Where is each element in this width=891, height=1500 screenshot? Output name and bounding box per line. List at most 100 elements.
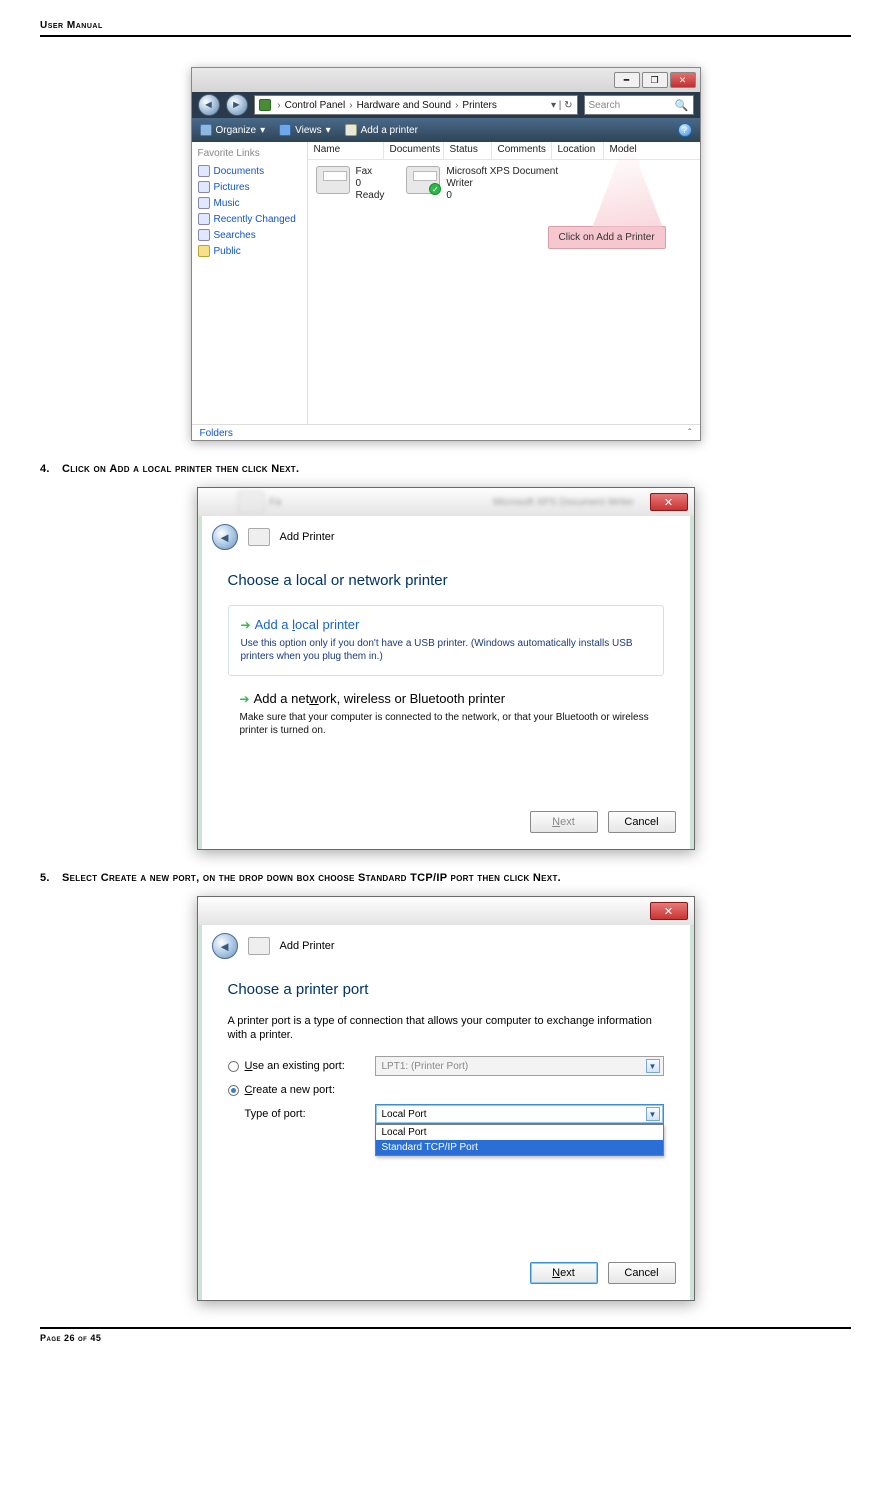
step-5: 5. Select Create a new port, on the drop… [40, 872, 851, 884]
public-icon [198, 245, 210, 257]
col-location[interactable]: Location [552, 142, 604, 159]
toolbar: Organize ▾ Views ▾ Add a printer ? [192, 118, 700, 142]
printer-docs: 0 [356, 178, 385, 190]
breadcrumb[interactable]: Control Panel Hardware and Sound Printer… [254, 95, 578, 115]
sidebar-header: Favorite Links [198, 148, 301, 159]
sidebar-item-music[interactable]: Music [198, 195, 301, 211]
add-printer-button[interactable]: Add a printer [345, 124, 418, 136]
doc-footer: Page 26 of 45 [40, 1327, 851, 1343]
titlebar: ━ ❐ ✕ [192, 68, 700, 92]
add-printer-dialog-1: Fa Microsoft XPS Document Writer ✕ ◄ Add… [197, 487, 695, 850]
printer-item-fax[interactable]: Fax 0 Ready [316, 166, 385, 202]
dialog-heading: Choose a local or network printer [198, 560, 694, 605]
printer-item-xps[interactable]: ✓ Microsoft XPS Document Writer 0 [406, 166, 566, 202]
arrow-icon: ➔ [241, 618, 251, 632]
option-title: Add a local printer [255, 617, 360, 632]
close-button[interactable]: ✕ [670, 72, 696, 88]
option-desc: Use this option only if you don't have a… [241, 637, 651, 663]
step-4: 4. Click on Add a local printer then cli… [40, 463, 851, 475]
music-icon [198, 197, 210, 209]
dialog-titlebar: ✕ [198, 897, 694, 925]
search-icon: 🔍 [675, 99, 689, 112]
radio-label: Use an existing port: [245, 1060, 375, 1072]
help-icon[interactable]: ? [678, 123, 692, 137]
documents-icon [198, 165, 210, 177]
option-add-local-printer[interactable]: ➔ Add a local printer Use this option onl… [228, 605, 664, 676]
column-headers: Name Documents Status Comments Location … [308, 142, 700, 160]
col-model[interactable]: Model [604, 142, 700, 159]
organize-button[interactable]: Organize ▾ [200, 124, 266, 136]
printer-icon: ✓ [406, 166, 440, 194]
views-button[interactable]: Views ▾ [279, 124, 331, 136]
search-input[interactable]: Search 🔍 [584, 95, 694, 115]
sidebar-item-public[interactable]: Public [198, 243, 301, 259]
background-blur: Fa Microsoft XPS Document Writer [238, 491, 635, 513]
close-button[interactable]: ✕ [650, 902, 688, 920]
cancel-button[interactable]: Cancel [608, 1262, 676, 1284]
recent-icon [198, 213, 210, 225]
radio-use-existing-port[interactable] [228, 1061, 239, 1072]
port-type-dropdown: Local Port Standard TCP/IP Port [375, 1124, 664, 1156]
next-button[interactable]: Next [530, 1262, 598, 1284]
main-panel: Name Documents Status Comments Location … [308, 142, 700, 424]
col-status[interactable]: Status [444, 142, 492, 159]
back-button[interactable]: ◄ [212, 933, 238, 959]
printer-icon [248, 937, 270, 955]
search-placeholder: Search [589, 100, 621, 111]
sidebar-item-searches[interactable]: Searches [198, 227, 301, 243]
back-button[interactable]: ◄ [212, 524, 238, 550]
nav-back-button[interactable]: ◄ [198, 94, 220, 116]
folders-bar[interactable]: Foldersˆ [192, 424, 700, 442]
nav-forward-button[interactable]: ► [226, 94, 248, 116]
arrow-icon: ➔ [240, 692, 250, 706]
pictures-icon [198, 181, 210, 193]
checkmark-icon: ✓ [429, 183, 441, 195]
printer-status: Ready [356, 190, 385, 202]
maximize-button[interactable]: ❐ [642, 72, 668, 88]
col-comments[interactable]: Comments [492, 142, 552, 159]
explorer-window: ━ ❐ ✕ ◄ ► Control Panel Hardware and Sou… [191, 67, 701, 441]
cancel-button[interactable]: Cancel [608, 811, 676, 833]
folder-icon [259, 99, 271, 111]
type-of-port-label: Type of port: [245, 1108, 375, 1120]
crumb[interactable]: Printers [462, 100, 496, 111]
radio-label: Create a new port: [245, 1084, 375, 1096]
dialog-heading: Choose a printer port [198, 969, 694, 1014]
address-bar: ◄ ► Control Panel Hardware and Sound Pri… [192, 92, 700, 118]
dropdown-item[interactable]: Standard TCP/IP Port [376, 1140, 663, 1155]
combo-value: Local Port [382, 1109, 427, 1120]
close-button[interactable]: ✕ [650, 493, 688, 511]
printer-docs: 0 [446, 190, 566, 202]
option-add-network-printer[interactable]: ➔ Add a network, wireless or Bluetooth pr… [228, 690, 664, 737]
sidebar-item-recently-changed[interactable]: Recently Changed [198, 211, 301, 227]
sidebar-item-pictures[interactable]: Pictures [198, 179, 301, 195]
searches-icon [198, 229, 210, 241]
printer-icon [316, 166, 350, 194]
callout: Click on Add a Printer [548, 226, 666, 249]
next-button[interactable]: Next [530, 811, 598, 833]
minimize-button[interactable]: ━ [614, 72, 640, 88]
printer-icon [248, 528, 270, 546]
col-name[interactable]: Name [308, 142, 384, 159]
printer-name: Microsoft XPS Document Writer [446, 166, 566, 190]
dialog-titlebar: Fa Microsoft XPS Document Writer ✕ [198, 488, 694, 516]
col-documents[interactable]: Documents [384, 142, 444, 159]
option-title: Add a network, wireless or Bluetooth pri… [254, 691, 505, 706]
dropdown-item[interactable]: Local Port [376, 1125, 663, 1140]
dialog-title: Add Printer [280, 940, 335, 952]
add-printer-dialog-2: ✕ ◄ Add Printer Choose a printer port A … [197, 896, 695, 1301]
sidebar: Favorite Links Documents Pictures Music … [192, 142, 308, 424]
port-type-combo[interactable]: Local Port ▼ Local Port Standard TCP/IP … [375, 1104, 664, 1124]
sidebar-item-documents[interactable]: Documents [198, 163, 301, 179]
existing-port-combo: LPT1: (Printer Port)▼ [375, 1056, 664, 1076]
doc-header: User Manual [40, 20, 851, 37]
crumb[interactable]: Hardware and Sound [357, 100, 452, 111]
radio-create-new-port[interactable] [228, 1085, 239, 1096]
printer-name: Fax [356, 166, 385, 178]
chevron-down-icon: ▼ [646, 1107, 660, 1121]
option-desc: Make sure that your computer is connecte… [240, 711, 652, 737]
crumb[interactable]: Control Panel [285, 100, 346, 111]
dialog-description: A printer port is a type of connection t… [198, 1014, 694, 1052]
dialog-title: Add Printer [280, 531, 335, 543]
chevron-down-icon: ▼ [646, 1059, 660, 1073]
